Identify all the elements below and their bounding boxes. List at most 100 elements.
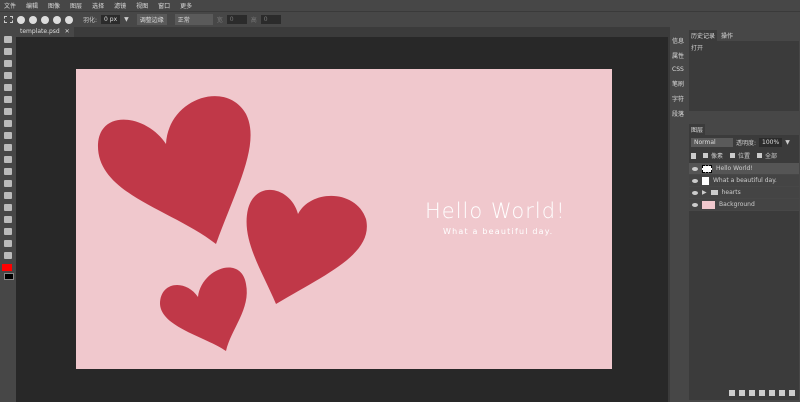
layer-row[interactable]: What a beautiful day. (689, 175, 799, 187)
folder-icon (710, 190, 718, 195)
gradient-tool-icon[interactable] (4, 156, 12, 163)
menu-window[interactable]: 窗口 (158, 1, 170, 10)
chevron-down-icon[interactable]: ▼ (785, 139, 790, 146)
height-input[interactable]: 0 (260, 15, 281, 24)
layer-name: hearts (721, 189, 741, 196)
layer-row[interactable]: ▶ hearts (689, 187, 799, 199)
history-panel: 打开 (689, 41, 799, 111)
eraser-tool-icon[interactable] (4, 144, 12, 151)
heart-medium (246, 189, 367, 304)
toolbox (0, 27, 16, 402)
zoom-tool-icon[interactable] (4, 252, 12, 259)
menu-layer[interactable]: 图层 (70, 1, 82, 10)
menu-bar: 文件 编辑 图像 图层 选择 滤镜 视图 窗口 更多 (0, 0, 800, 11)
foreground-color-swatch[interactable] (2, 264, 12, 271)
tab-layers[interactable]: 图层 (689, 124, 706, 135)
feather-label: 羽化: (83, 17, 98, 24)
history-item[interactable]: 打开 (691, 43, 797, 52)
healing-tool-icon[interactable] (4, 108, 12, 115)
intersect-selection-icon[interactable] (53, 15, 61, 24)
crop-tool-icon[interactable] (4, 84, 12, 91)
lock-position-checkbox[interactable] (730, 153, 736, 158)
shape-tool-icon[interactable] (4, 228, 12, 235)
new-group-icon[interactable] (769, 390, 775, 396)
menu-view[interactable]: 视图 (136, 1, 148, 10)
blend-mode-select[interactable]: Normal (691, 138, 733, 147)
feather-input[interactable]: 0 px (101, 15, 121, 24)
menu-edit[interactable]: 编辑 (26, 1, 38, 10)
refine-edge-button[interactable]: 调整边缘 (136, 14, 167, 25)
new-layer-icon[interactable] (779, 390, 785, 396)
document-tabs: template.psd ✕ (16, 27, 668, 37)
chevron-down-icon[interactable]: ▼ (124, 16, 129, 23)
blur-tool-icon[interactable] (4, 168, 12, 175)
magic-wand-tool-icon[interactable] (4, 72, 12, 79)
eye-icon[interactable] (692, 178, 698, 183)
layer-row[interactable]: Background (689, 199, 799, 211)
canvas[interactable]: Hello World! What a beautiful day. (76, 69, 612, 369)
eyedropper-tool-icon[interactable] (4, 96, 12, 103)
width-input[interactable]: 0 (226, 15, 247, 24)
eye-icon[interactable] (692, 190, 698, 195)
menu-image[interactable]: 图像 (48, 1, 60, 10)
eye-icon[interactable] (692, 166, 698, 171)
expand-arrow-icon[interactable]: ▶ (702, 189, 707, 196)
right-panel: 历史记录 操作 打开 图层 Normal 透明度: 100% ▼ 像素 位置 全… (688, 27, 800, 402)
mask-icon[interactable] (759, 390, 765, 396)
heart-small (160, 267, 247, 351)
path-select-tool-icon[interactable] (4, 216, 12, 223)
new-selection-icon[interactable] (17, 15, 25, 24)
side-tab-character[interactable]: 字符 (670, 91, 688, 106)
pen-tool-icon[interactable] (4, 204, 12, 211)
opacity-input[interactable]: 100% (759, 138, 783, 147)
tab-actions[interactable]: 操作 (719, 30, 736, 41)
background-color-swatch[interactable] (4, 273, 14, 280)
panel-side-tabs: 信息 属性 CSS 笔刷 字符 段落 (670, 27, 688, 402)
tab-title: template.psd (20, 28, 60, 35)
lock-all-checkbox[interactable] (757, 153, 763, 158)
marquee-icon[interactable] (4, 16, 13, 23)
width-label: 宽 (216, 17, 223, 24)
text-layer-thumbnail (702, 176, 709, 185)
lasso-tool-icon[interactable] (4, 60, 12, 67)
side-tab-info[interactable]: 信息 (670, 33, 688, 48)
layer-name: Hello World! (716, 165, 753, 172)
text-tool-icon[interactable] (4, 192, 12, 199)
lock-position-label: 位置 (738, 153, 751, 160)
menu-file[interactable]: 文件 (4, 1, 16, 10)
tab-template-psd[interactable]: template.psd ✕ (16, 27, 74, 37)
text-layer-thumbnail (702, 164, 712, 173)
link-icon[interactable] (729, 390, 735, 396)
move-tool-icon[interactable] (4, 36, 12, 43)
subtitle-text: What a beautiful day. (443, 227, 554, 236)
tab-history[interactable]: 历史记录 (689, 30, 718, 41)
opacity-label: 透明度: (736, 140, 757, 147)
layer-row[interactable]: Hello World! (689, 163, 799, 175)
hand-tool-icon[interactable] (4, 240, 12, 247)
adjustment-icon[interactable] (749, 390, 755, 396)
lock-pixels-label: 像素 (711, 153, 724, 160)
layer-name: What a beautiful day. (713, 177, 777, 184)
menu-select[interactable]: 选择 (92, 1, 104, 10)
side-tab-css[interactable]: CSS (670, 63, 688, 76)
lock-pixels-checkbox[interactable] (703, 153, 708, 158)
add-selection-icon[interactable] (29, 15, 37, 24)
marquee-tool-icon[interactable] (4, 48, 12, 55)
eye-icon[interactable] (692, 202, 698, 207)
brush-tool-icon[interactable] (4, 120, 12, 127)
menu-more[interactable]: 更多 (180, 1, 192, 10)
side-tab-brush[interactable]: 笔刷 (670, 76, 688, 91)
dodge-tool-icon[interactable] (4, 180, 12, 187)
style-select[interactable]: 正常 (174, 14, 213, 25)
effects-icon[interactable] (739, 390, 745, 396)
close-icon[interactable]: ✕ (65, 28, 70, 35)
stamp-tool-icon[interactable] (4, 132, 12, 139)
lock-icon (691, 152, 696, 159)
xor-selection-icon[interactable] (65, 15, 73, 24)
subtract-selection-icon[interactable] (41, 15, 49, 24)
delete-icon[interactable] (789, 390, 795, 396)
side-tab-properties[interactable]: 属性 (670, 48, 688, 63)
hello-world-text: Hello World! (425, 199, 566, 223)
menu-filter[interactable]: 滤镜 (114, 1, 126, 10)
side-tab-paragraph[interactable]: 段落 (670, 106, 688, 121)
